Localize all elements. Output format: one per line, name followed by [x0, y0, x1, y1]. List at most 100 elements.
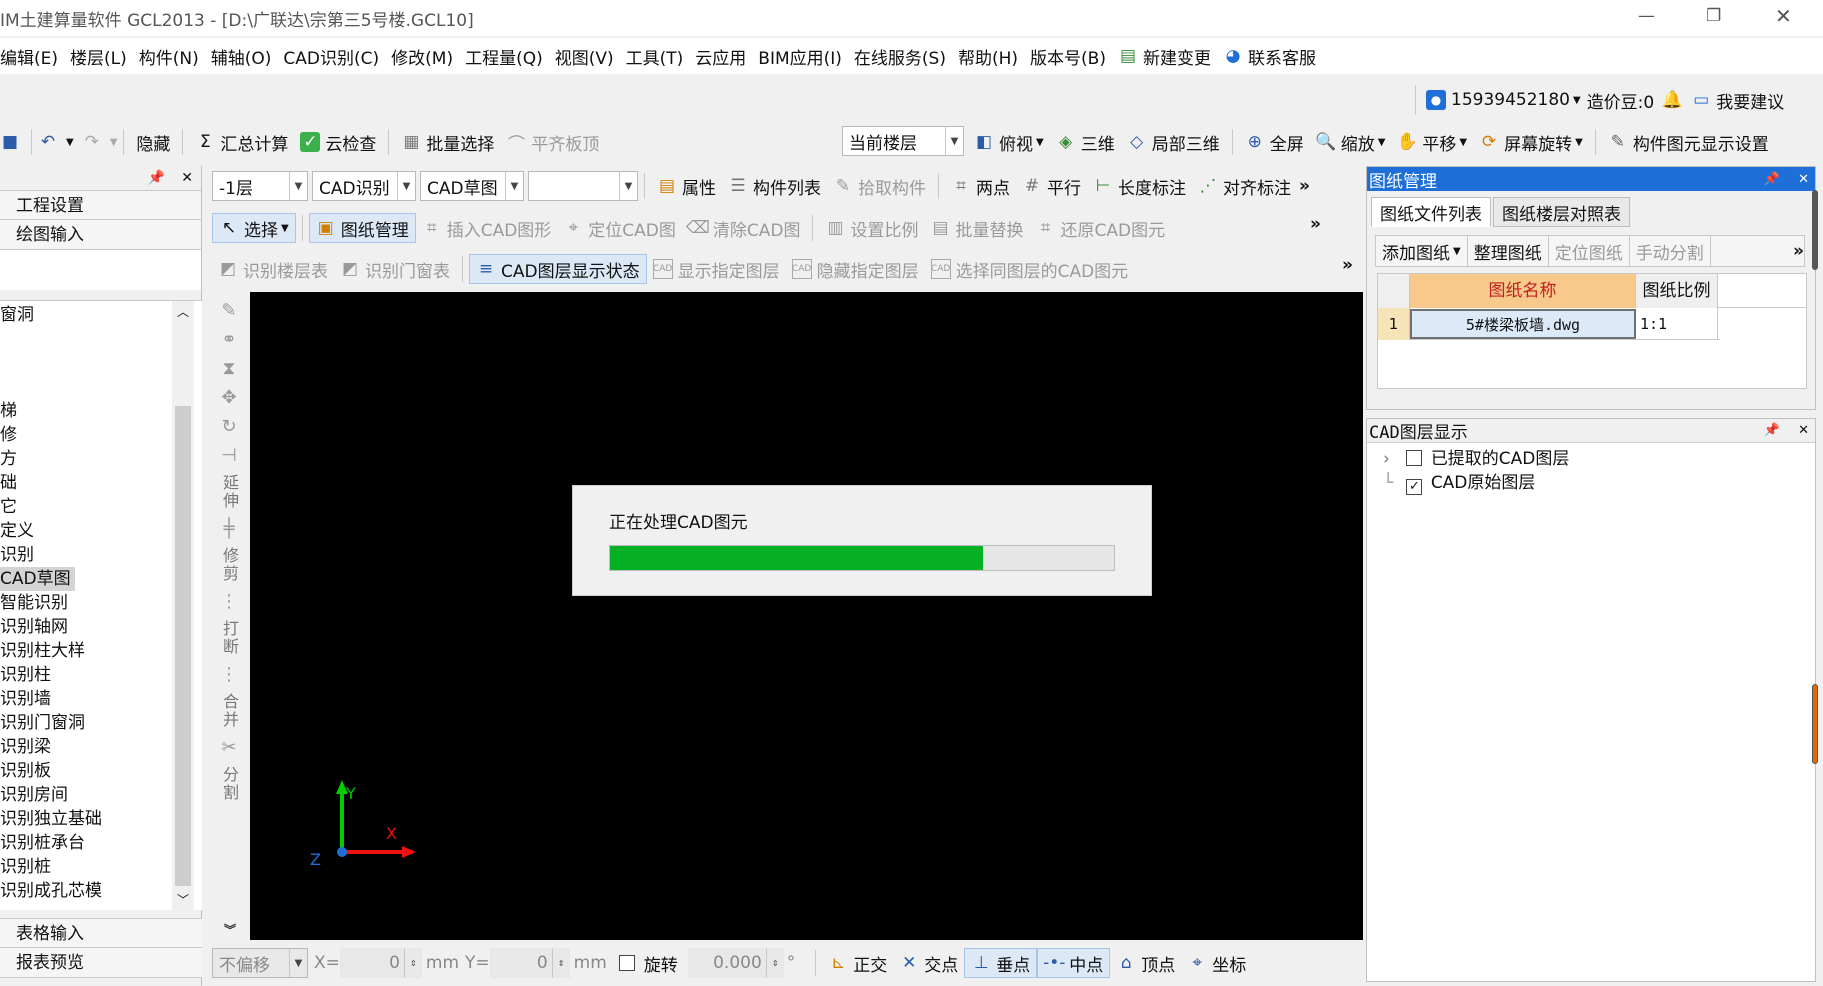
- menu-tools[interactable]: 工具(T): [620, 39, 690, 73]
- show-layer-button[interactable]: CAD 显示指定图层: [647, 252, 786, 286]
- account-phone[interactable]: 15939452180: [1451, 90, 1570, 110]
- set-scale-button[interactable]: ▥ 设置比例: [819, 211, 924, 245]
- screen-rotate-button[interactable]: ⟳ 屏幕旋转 ▼: [1473, 125, 1589, 159]
- rotate-icon[interactable]: ↻: [221, 416, 236, 437]
- snap-perpendicular[interactable]: ⊥ 垂点: [964, 948, 1038, 978]
- locate-drawing-button[interactable]: 定位图纸: [1549, 236, 1630, 266]
- menu-cad-recognize[interactable]: CAD识别(C): [277, 39, 385, 73]
- align-top-button[interactable]: ⌒ 平齐板顶: [500, 125, 605, 159]
- tree-item[interactable]: 它: [0, 495, 172, 519]
- manual-split-button[interactable]: 手动分割: [1630, 236, 1711, 266]
- tree-item[interactable]: 础: [0, 471, 172, 495]
- table-row[interactable]: 1 5#楼梁板墙.dwg 1:1: [1378, 307, 1720, 340]
- menu-cloud[interactable]: 云应用: [689, 39, 752, 73]
- right-edge-scroll[interactable]: [1812, 190, 1818, 270]
- link-icon[interactable]: ⚭: [221, 329, 236, 350]
- floor-scope-select[interactable]: 当前楼层 ▼: [842, 126, 964, 156]
- close-icon[interactable]: ✕: [1798, 423, 1809, 438]
- sum-calc-button[interactable]: Σ 汇总计算: [189, 125, 294, 159]
- layer-checkbox-original[interactable]: ✓: [1406, 479, 1423, 495]
- menu-edit[interactable]: 编辑(E): [0, 39, 64, 73]
- 3d-view-button[interactable]: ◈ 三维: [1050, 125, 1121, 159]
- select-button[interactable]: ↖ 选择 ▼: [212, 213, 296, 243]
- menu-version[interactable]: 版本号(B): [1024, 39, 1112, 73]
- drawing-name-cell[interactable]: 5#楼梁板墙.dwg: [1410, 308, 1636, 339]
- tree-item[interactable]: 识别轴网: [0, 615, 172, 639]
- split-button[interactable]: 分割: [217, 766, 241, 802]
- component-list-button[interactable]: ☰ 构件列表: [722, 169, 827, 203]
- mirror-icon[interactable]: ⧗: [223, 358, 236, 379]
- right-edge-scroll-2[interactable]: [1812, 684, 1818, 764]
- menu-quantity[interactable]: 工程量(Q): [459, 39, 549, 73]
- top-view-button[interactable]: ◧ 俯视 ▼: [968, 125, 1050, 159]
- two-point-button[interactable]: ⌗ 两点: [945, 169, 1016, 203]
- submode-select[interactable]: CAD草图 ▼: [420, 171, 524, 201]
- floor-select[interactable]: -1层 ▼: [212, 171, 308, 201]
- tree-item[interactable]: 智能识别: [0, 591, 172, 615]
- scrollbar-thumb[interactable]: [175, 406, 191, 886]
- parallel-button[interactable]: # 平行: [1016, 169, 1087, 203]
- chevron-down-icon[interactable]: ▼: [1573, 95, 1581, 106]
- length-dim-button[interactable]: ⊢ 长度标注: [1087, 169, 1192, 203]
- chevron-down-icon[interactable]: ▼: [66, 137, 74, 148]
- overflow-icon[interactable]: »: [1299, 176, 1310, 196]
- zoom-button[interactable]: 🔍 缩放 ▼: [1310, 125, 1392, 159]
- tree-item[interactable]: 修: [0, 423, 172, 447]
- insert-cad-button[interactable]: ⌗ 插入CAD图形: [416, 211, 558, 245]
- tree-item[interactable]: 识别: [0, 543, 172, 567]
- layer-tree-item-original[interactable]: └ ✓ CAD原始图层: [1383, 471, 1815, 495]
- layer-state-button[interactable]: ≡ CAD图层显示状态: [469, 254, 647, 284]
- id-door-table-button[interactable]: ◩ 识别门窗表: [334, 252, 456, 286]
- cad-canvas[interactable]: Y X Z 正在处理CAD图元: [250, 292, 1363, 940]
- rotate-checkbox[interactable]: [618, 955, 635, 971]
- snap-vertex[interactable]: ⌂ 顶点: [1110, 946, 1181, 980]
- tree-item[interactable]: 识别梁: [0, 735, 172, 759]
- tab-drawing-files[interactable]: 图纸文件列表: [1371, 197, 1491, 227]
- restore-cad-button[interactable]: ⌗ 还原CAD图元: [1029, 211, 1171, 245]
- save-icon[interactable]: ■: [0, 132, 20, 152]
- cloud-check-button[interactable]: ✓ 云检查: [294, 125, 382, 159]
- tree-item[interactable]: 定义: [0, 519, 172, 543]
- close-icon[interactable]: ✕: [1798, 172, 1809, 187]
- menu-bim[interactable]: BIM应用(I): [752, 39, 848, 73]
- clear-cad-button[interactable]: ⌫ 清除CAD图: [682, 211, 807, 245]
- drawing-scale-cell[interactable]: 1:1: [1636, 307, 1718, 340]
- chevron-down-icon[interactable]: ﹀: [172, 889, 194, 911]
- tree-item[interactable]: [0, 375, 172, 399]
- close-window-button[interactable]: ✕: [1775, 4, 1792, 28]
- menu-aux-axis[interactable]: 辅轴(O): [205, 39, 278, 73]
- spinner-icon[interactable]: ⇕: [403, 948, 422, 978]
- x-input[interactable]: 0 ⇕: [339, 948, 422, 978]
- organize-drawing-button[interactable]: 整理图纸: [1468, 236, 1549, 266]
- snap-intersection[interactable]: ✕ 交点: [893, 946, 964, 980]
- chevron-down-icon[interactable]: ▼: [110, 137, 118, 148]
- select-same-layer-button[interactable]: CAD 选择同图层的CAD图元: [925, 252, 1135, 286]
- tree-scrollbar[interactable]: ︿ ﹀: [172, 301, 194, 911]
- overflow-icon[interactable]: »: [1342, 255, 1353, 275]
- tree-item[interactable]: 识别柱大样: [0, 639, 172, 663]
- chevron-up-icon[interactable]: ︿: [172, 301, 194, 323]
- chevron-right-icon[interactable]: ›: [1383, 447, 1401, 471]
- layer-tree-item-extracted[interactable]: › 已提取的CAD图层: [1383, 447, 1815, 471]
- col-drawing-name[interactable]: 图纸名称: [1410, 273, 1636, 308]
- layer-checkbox-extracted[interactable]: [1406, 450, 1423, 466]
- tree-item[interactable]: 识别桩承台: [0, 831, 172, 855]
- tree-item[interactable]: [0, 351, 172, 375]
- hide-button[interactable]: 隐藏: [130, 125, 176, 159]
- menu-view[interactable]: 视图(V): [549, 39, 620, 73]
- tree-item[interactable]: 识别门窗洞: [0, 711, 172, 735]
- spinner-icon[interactable]: ⇕: [765, 948, 784, 978]
- tree-item[interactable]: 方: [0, 447, 172, 471]
- nav-drawing-input[interactable]: 绘图输入: [0, 220, 201, 250]
- restore-button[interactable]: ❐: [1706, 6, 1721, 26]
- tab-drawing-floor-map[interactable]: 图纸楼层对照表: [1493, 197, 1630, 227]
- snap-midpoint[interactable]: -•- 中点: [1037, 948, 1111, 978]
- nav-table-input[interactable]: 表格输入: [0, 918, 202, 948]
- tree-item[interactable]: 识别墙: [0, 687, 172, 711]
- id-floor-table-button[interactable]: ◩ 识别楼层表: [212, 252, 334, 286]
- suggest-link[interactable]: 我要建议: [1716, 88, 1784, 113]
- tree-item[interactable]: 窗洞: [0, 303, 172, 327]
- tree-item[interactable]: [0, 327, 172, 351]
- move-icon[interactable]: ✥: [221, 387, 236, 408]
- batch-replace-button[interactable]: ▤ 批量替换: [924, 211, 1029, 245]
